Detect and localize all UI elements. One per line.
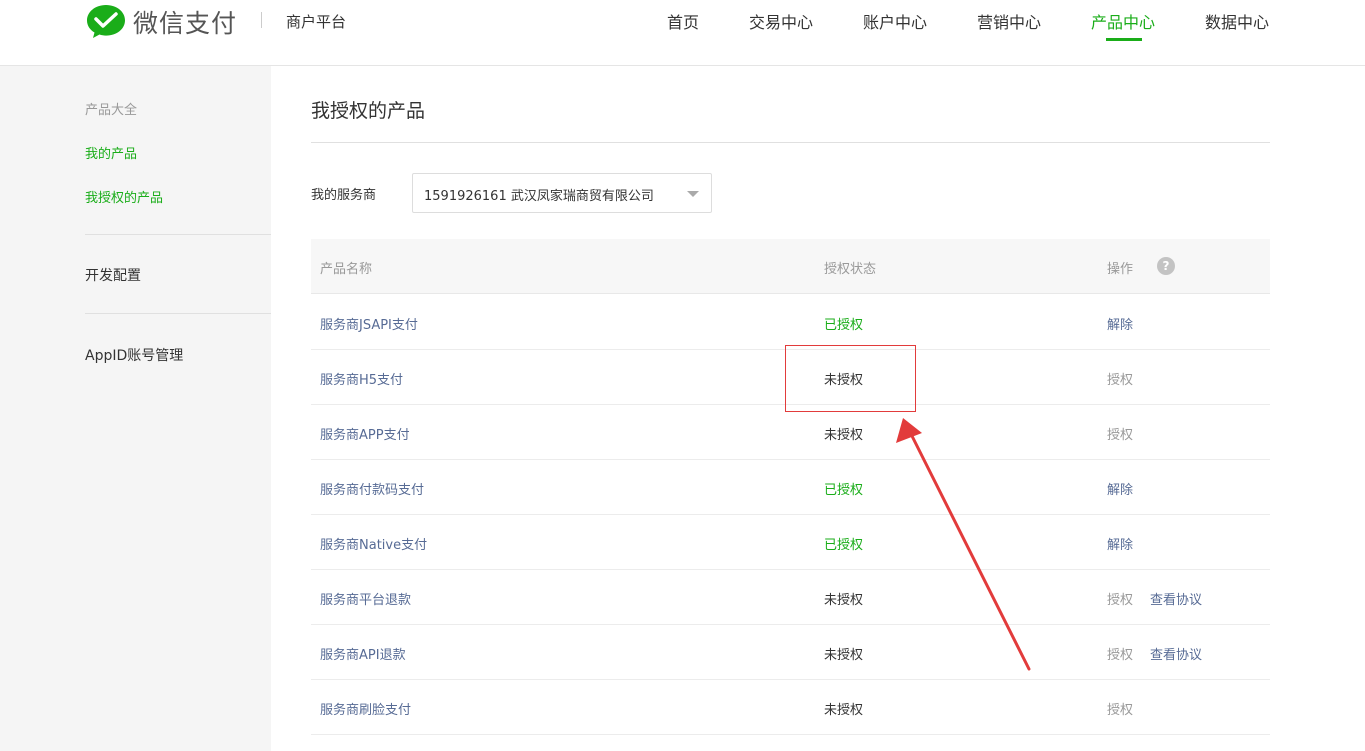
auth-status: 未授权: [824, 428, 864, 443]
table-row: 服务商Native支付 已授权 解除: [311, 515, 1270, 570]
brand-divider: [261, 12, 262, 28]
chevron-down-icon: [687, 191, 699, 197]
product-name: 服务商APP支付: [320, 428, 410, 443]
column-header-status: 授权状态: [824, 262, 877, 277]
nav-home[interactable]: 首页: [667, 9, 699, 33]
title-divider: [311, 142, 1270, 143]
sidebar-item-appid-manage[interactable]: AppID账号管理: [85, 345, 183, 365]
authorize-button[interactable]: 授权: [1107, 424, 1133, 443]
nav-active-indicator: [1106, 38, 1142, 41]
product-name: 服务商H5支付: [320, 373, 404, 388]
view-agreement-link[interactable]: 查看协议: [1150, 644, 1202, 663]
auth-status: 已授权: [824, 318, 864, 333]
provider-filter-label: 我的服务商: [311, 188, 377, 203]
nav-data-center[interactable]: 数据中心: [1205, 9, 1269, 33]
wechat-pay-logo-icon[interactable]: [86, 3, 126, 39]
revoke-button[interactable]: 解除: [1107, 479, 1133, 498]
table-row: 服务商JSAPI支付 已授权 解除: [311, 295, 1270, 350]
table-row: 服务商付款码支付 已授权 解除: [311, 460, 1270, 515]
provider-select[interactable]: 1591926161 武汉凤家瑞商贸有限公司: [412, 173, 712, 213]
authorize-button[interactable]: 授权: [1107, 699, 1133, 718]
product-name: 服务商刷脸支付: [320, 703, 412, 718]
product-name: 服务商JSAPI支付: [320, 318, 418, 333]
provider-select-value: 1591926161 武汉凤家瑞商贸有限公司: [424, 189, 654, 204]
sidebar-divider: [85, 313, 271, 314]
page-title: 我授权的产品: [311, 100, 426, 122]
sidebar-item-authorized-products[interactable]: 我授权的产品: [85, 187, 163, 206]
table-row: 服务商APP支付 未授权 授权: [311, 405, 1270, 460]
product-name: 服务商Native支付: [320, 538, 428, 553]
annotation-highlight-box: [785, 345, 916, 412]
sidebar-divider: [85, 234, 271, 235]
question-circle-icon[interactable]: ?: [1157, 257, 1175, 275]
authorize-button[interactable]: 授权: [1107, 369, 1133, 388]
auth-status: 未授权: [824, 593, 864, 608]
brand-name: 微信支付: [133, 9, 238, 38]
revoke-button[interactable]: 解除: [1107, 314, 1133, 333]
column-header-product-name: 产品名称: [320, 262, 373, 277]
product-name: 服务商API退款: [320, 648, 406, 663]
table-row: 服务商刷脸支付 未授权 授权: [311, 680, 1270, 735]
sidebar-item-my-products[interactable]: 我的产品: [85, 143, 137, 162]
table-row: 服务商API退款 未授权 授权 查看协议: [311, 625, 1270, 680]
nav-product-center[interactable]: 产品中心: [1091, 9, 1155, 33]
column-header-actions: 操作: [1107, 262, 1134, 277]
sidebar-group-title: 产品大全: [85, 103, 138, 118]
top-header: 微信支付 商户平台 首页 交易中心 账户中心 营销中心 产品中心 数据中心: [0, 0, 1365, 66]
product-name: 服务商平台退款: [320, 593, 412, 608]
nav-trade-center[interactable]: 交易中心: [749, 9, 813, 33]
nav-account-center[interactable]: 账户中心: [863, 9, 927, 33]
authorize-button[interactable]: 授权: [1107, 644, 1133, 663]
product-name: 服务商付款码支付: [320, 483, 425, 498]
sidebar-item-dev-config[interactable]: 开发配置: [85, 265, 141, 285]
authorize-button[interactable]: 授权: [1107, 589, 1133, 608]
table-header: 产品名称 授权状态 操作 ?: [311, 239, 1270, 294]
auth-status: 已授权: [824, 538, 864, 553]
view-agreement-link[interactable]: 查看协议: [1150, 589, 1202, 608]
platform-name: 商户平台: [286, 13, 347, 31]
auth-status: 未授权: [824, 703, 864, 718]
revoke-button[interactable]: 解除: [1107, 534, 1133, 553]
auth-status: 已授权: [824, 483, 864, 498]
sidebar: 产品大全 我的产品 我授权的产品 开发配置 AppID账号管理: [0, 66, 271, 751]
table-row: 服务商平台退款 未授权 授权 查看协议: [311, 570, 1270, 625]
auth-status: 未授权: [824, 648, 864, 663]
nav-marketing-center[interactable]: 营销中心: [977, 9, 1041, 33]
